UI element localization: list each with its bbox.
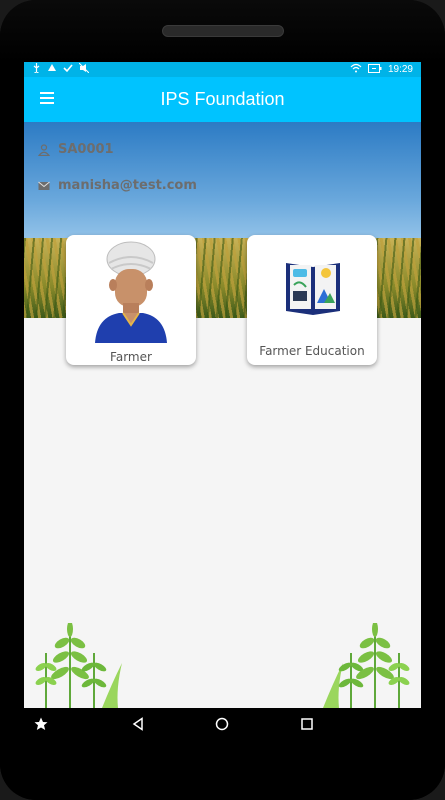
usb-icon — [32, 63, 41, 76]
farmer-card-label: Farmer — [110, 350, 152, 364]
farmer-card[interactable]: Farmer — [66, 235, 196, 365]
check-icon — [63, 63, 73, 76]
farmer-education-card-label: Farmer Education — [259, 344, 365, 358]
user-email-row: manisha@test.com — [38, 178, 197, 193]
speaker-grille — [162, 25, 284, 37]
phone-frame: 19:29 IPS Foundation SA0001 manisha@test… — [0, 0, 445, 800]
app-bar: IPS Foundation — [24, 77, 421, 122]
farmer-education-card[interactable]: Farmer Education — [247, 235, 377, 365]
app-title: IPS Foundation — [160, 89, 285, 109]
recents-icon[interactable] — [300, 716, 314, 735]
drive-icon — [47, 63, 57, 76]
plant-left-icon — [35, 623, 122, 708]
navigation-bar — [24, 708, 421, 738]
phone-top-bezel — [0, 0, 445, 62]
menu-icon[interactable] — [40, 92, 54, 104]
user-id: SA0001 — [58, 142, 114, 157]
home-icon[interactable] — [215, 716, 229, 735]
plant-right-icon — [323, 623, 410, 708]
phone-bottom-bezel — [0, 738, 445, 800]
status-time: 19:29 — [387, 64, 413, 75]
farmer-avatar-icon — [95, 241, 167, 343]
star-icon[interactable] — [34, 716, 48, 735]
battery-icon — [367, 63, 382, 76]
wifi-icon — [350, 63, 362, 76]
user-email: manisha@test.com — [58, 178, 197, 193]
back-icon[interactable] — [131, 716, 145, 735]
status-bar: 19:29 — [24, 62, 421, 77]
email-icon — [38, 181, 50, 190]
mute-icon — [78, 62, 90, 76]
screen: 19:29 IPS Foundation SA0001 manisha@test… — [24, 62, 421, 708]
user-icon — [38, 143, 50, 156]
education-book-icon — [286, 263, 340, 315]
user-id-row: SA0001 — [38, 142, 114, 157]
